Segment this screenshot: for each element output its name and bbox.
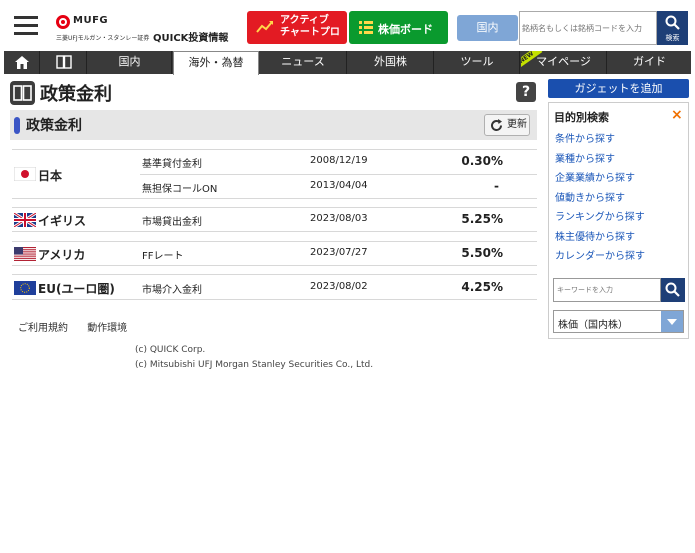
search-input[interactable] <box>520 12 656 44</box>
rate-name: 基準貸付金利 <box>142 159 202 170</box>
add-gadget-button[interactable]: ガジェットを追加 <box>548 79 689 98</box>
rate-value: 5.25% <box>461 212 503 226</box>
rate-date: 2023/07/27 <box>310 247 368 258</box>
nav-news[interactable]: ニュース <box>260 51 347 74</box>
rate-name: 市場貸出金利 <box>142 217 202 228</box>
active-chart-label-1: アクティブ <box>280 15 329 26</box>
search-link-calendar[interactable]: カレンダーから探す <box>555 247 645 267</box>
nav-home[interactable] <box>4 51 40 74</box>
keyword-box <box>553 278 661 302</box>
nav-guidebook[interactable] <box>41 51 87 74</box>
search-link-ranking[interactable]: ランキングから探す <box>555 208 645 228</box>
market-select-value: 株価（国内株） <box>558 320 628 331</box>
section-title: 政策金利 <box>26 118 82 134</box>
rate-row: 市場介入金利 2023/08/02 4.25% <box>140 276 537 299</box>
rate-value: 0.30% <box>461 154 503 168</box>
uk-flag-icon <box>14 213 36 227</box>
rate-date: 2008/12/19 <box>310 155 368 166</box>
search-button-label: 検索 <box>665 34 680 42</box>
keyword-search-button[interactable] <box>661 278 685 302</box>
copyright-mufg: (c) Mitsubishi UFJ Morgan Stanley Securi… <box>135 360 374 370</box>
active-chart-label-2: チャートプロ <box>280 27 340 38</box>
section-marker <box>14 117 20 134</box>
copyright: (c) QUICK Corp. (c) Mitsubishi UFJ Morga… <box>135 343 373 373</box>
us-flag-icon <box>14 247 36 261</box>
section-header: 政策金利 更新 <box>10 110 537 140</box>
book-icon <box>10 81 35 105</box>
menu-icon[interactable] <box>14 16 38 36</box>
rate-name: FFレート <box>142 251 184 262</box>
active-chart-pro-button[interactable]: アクティブ チャートプロ <box>247 11 347 44</box>
country-name: EU(ユーロ圏) <box>38 282 115 296</box>
domestic-toggle-button[interactable]: 国内 <box>457 15 518 41</box>
main-nav: 国内 海外・為替 ニュース 外国株 ツール NEW マイページ ガイド <box>4 51 691 75</box>
search-link-price-movement[interactable]: 値動きから探す <box>555 189 645 209</box>
japan-flag-icon <box>14 167 36 181</box>
close-icon[interactable]: × <box>671 107 683 123</box>
logo-quick-text: QUICK投資情報 <box>153 33 229 44</box>
page-title-text: 政策金利 <box>40 84 112 105</box>
logo-subtitle: 三菱UFJモルガン・スタンレー証券 <box>56 35 150 42</box>
country-name: アメリカ <box>38 248 86 262</box>
rate-value: 5.50% <box>461 246 503 260</box>
search-links: 条件から探す 業種から探す 企業業績から探す 値動きから探す ランキングから探す… <box>555 130 645 267</box>
country-row-eu: EU(ユーロ圏) 市場介入金利 2023/08/02 4.25% <box>12 274 537 300</box>
country-row-japan: 日本 基準貸付金利 2008/12/19 0.30% 無担保コールON 2013… <box>12 149 537 199</box>
search-button[interactable]: 検索 <box>657 11 688 45</box>
nav-mypage-label: マイページ <box>536 55 591 68</box>
copyright-quick: (c) QUICK Corp. <box>135 345 206 355</box>
nav-mypage[interactable]: NEW マイページ <box>521 51 607 74</box>
rate-row: FFレート 2023/07/27 5.50% <box>140 242 537 265</box>
environment-link[interactable]: 動作環境 <box>87 323 127 334</box>
nav-guide[interactable]: ガイド <box>608 51 691 74</box>
market-select[interactable]: 株価（国内株） <box>553 310 684 333</box>
search-icon <box>665 282 680 297</box>
header: MUFG 三菱UFJモルガン・スタンレー証券 QUICK投資情報 アクティブ チ… <box>0 0 695 48</box>
rate-date: 2013/04/04 <box>310 180 368 191</box>
rate-row: 基準貸付金利 2008/12/19 0.30% <box>140 150 537 173</box>
country-row-us: アメリカ FFレート 2023/07/27 5.50% <box>12 241 537 266</box>
logo-mufg-text: MUFG <box>73 15 109 26</box>
search-link-earnings[interactable]: 企業業績から探す <box>555 169 645 189</box>
country-row-uk: イギリス 市場貸出金利 2023/08/03 5.25% <box>12 207 537 232</box>
rate-name: 市場介入金利 <box>142 285 202 296</box>
refresh-icon <box>491 119 502 131</box>
nav-domestic[interactable]: 国内 <box>88 51 172 74</box>
rate-name: 無担保コールON <box>142 184 218 195</box>
rate-date: 2023/08/03 <box>310 213 368 224</box>
list-icon <box>359 21 373 34</box>
nav-tools[interactable]: ツール <box>435 51 520 74</box>
rate-date: 2023/08/02 <box>310 281 368 292</box>
search-icon <box>665 15 680 30</box>
stock-board-label: 株価ボード <box>378 23 433 36</box>
purpose-search-panel: 目的別検索 × 条件から探す 業種から探す 企業業績から探す 値動きから探す ラ… <box>548 102 689 339</box>
nav-foreign-stocks[interactable]: 外国株 <box>348 51 434 74</box>
rate-row: 市場貸出金利 2023/08/03 5.25% <box>140 208 537 231</box>
country-name: イギリス <box>38 214 87 228</box>
search-link-industry[interactable]: 業種から探す <box>555 150 645 170</box>
logo[interactable]: MUFG 三菱UFJモルガン・スタンレー証券 QUICK投資情報 <box>56 14 236 44</box>
footer-links: ご利用規約 動作環境 <box>18 319 143 334</box>
refresh-button[interactable]: 更新 <box>484 114 530 136</box>
country-name: 日本 <box>38 169 63 183</box>
chart-line-icon <box>256 21 273 33</box>
rate-value: - <box>494 179 499 193</box>
chevron-down-icon <box>661 311 683 332</box>
mufg-logo-icon <box>56 15 70 29</box>
rate-row: 無担保コールON 2013/04/04 - <box>140 174 537 197</box>
search-link-conditions[interactable]: 条件から探す <box>555 130 645 150</box>
nav-overseas-fx[interactable]: 海外・為替 <box>173 51 259 75</box>
stock-board-button[interactable]: 株価ボード <box>349 11 448 44</box>
panel-title: 目的別検索 <box>554 111 609 124</box>
home-icon <box>14 56 29 69</box>
help-button[interactable]: ? <box>516 82 536 102</box>
keyword-input[interactable] <box>554 279 660 301</box>
refresh-label: 更新 <box>507 119 527 130</box>
book-icon <box>55 55 72 69</box>
eu-flag-icon <box>14 281 36 295</box>
search-link-shareholder-benefits[interactable]: 株主優待から探す <box>555 228 645 248</box>
terms-link[interactable]: ご利用規約 <box>18 323 68 334</box>
rate-value: 4.25% <box>461 280 503 294</box>
search-box <box>519 11 657 45</box>
